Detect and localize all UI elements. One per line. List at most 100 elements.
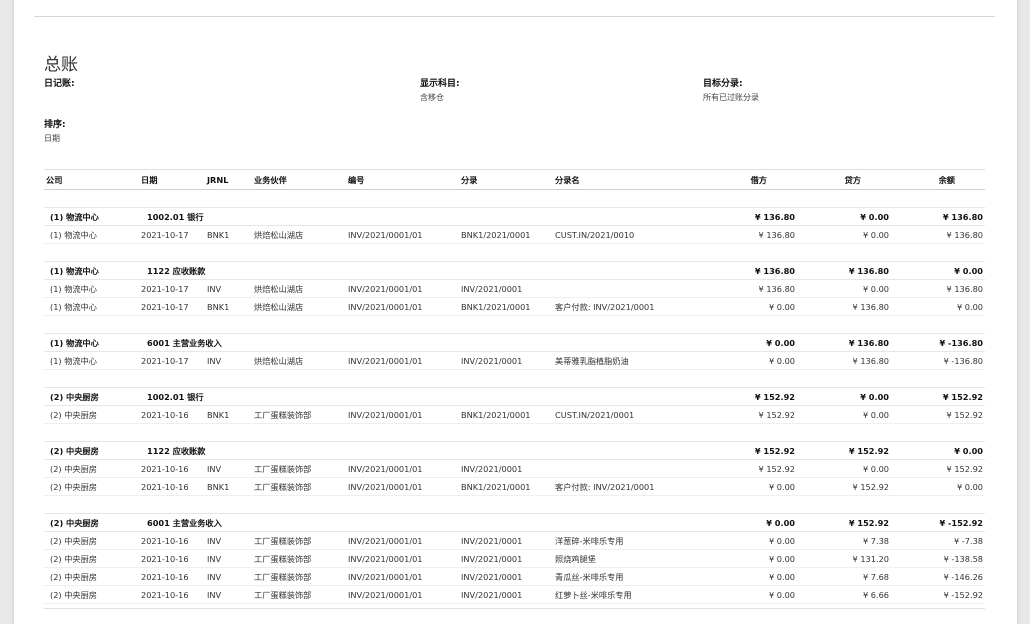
line-date: 2021-10-17 [139, 351, 205, 370]
line-move: INV/2021/0001 [459, 531, 553, 550]
table-row: (1) 物流中心 2021-10-17 INV 烘焙松山湖店 INV/2021/0001… [44, 279, 985, 298]
group-credit: ¥ 0.00 [797, 207, 891, 226]
col-journal: JRNL [205, 169, 252, 190]
line-company: (2) 中央厨房 [44, 549, 139, 568]
target-moves-label: 目标分录: [703, 79, 743, 89]
line-credit: ¥ 136.80 [797, 351, 891, 370]
line-move: INV/2021/0001 [459, 459, 553, 478]
col-balance: 余额 [891, 169, 985, 190]
line-date: 2021-10-17 [139, 225, 205, 244]
group-account: 1002.01 银行 [139, 387, 703, 406]
group-company: (2) 中央厨房 [44, 441, 139, 460]
line-balance: ¥ 152.92 [891, 405, 985, 424]
line-move: BNK1/2021/0001 [459, 405, 553, 424]
line-debit: ¥ 0.00 [703, 567, 797, 586]
line-partner: 工厂蛋糕装饰部 [252, 531, 346, 550]
spacer-cell [44, 424, 985, 442]
line-company: (2) 中央厨房 [44, 477, 139, 496]
line-move: INV/2021/0001 [459, 549, 553, 568]
line-credit: ¥ 0.00 [797, 405, 891, 424]
display-accounts-value: 含移仓 [420, 93, 444, 102]
line-move: BNK1/2021/0001 [459, 297, 553, 316]
line-date: 2021-10-17 [139, 297, 205, 316]
group-credit: ¥ 152.92 [797, 441, 891, 460]
group-account: 1122 应收账款 [139, 261, 703, 280]
col-credit: 贷方 [797, 169, 891, 190]
line-company: (2) 中央厨房 [44, 459, 139, 478]
group-spacer [44, 244, 985, 262]
group-company: (1) 物流中心 [44, 261, 139, 280]
sort-filter: 排序: 日期 [44, 119, 66, 145]
table-row: (2) 中央厨房 2021-10-16 BNK1 工厂蛋糕装饰部 INV/2021/00… [44, 477, 985, 496]
group-spacer [44, 190, 985, 208]
group-debit: ¥ 152.92 [703, 441, 797, 460]
line-partner: 烘焙松山湖店 [252, 279, 346, 298]
line-partner: 烘焙松山湖店 [252, 225, 346, 244]
table-row: (2) 中央厨房 2021-10-16 INV 工厂蛋糕装饰部 INV/2021/000… [44, 585, 985, 604]
line-credit: ¥ 0.00 [797, 279, 891, 298]
line-move: BNK1/2021/0001 [459, 225, 553, 244]
line-partner: 烘焙松山湖店 [252, 351, 346, 370]
account-group-row: (1) 物流中心 1002.01 银行 ¥ 136.80 ¥ 0.00 ¥ 136.80 [44, 207, 985, 226]
line-credit: ¥ 7.68 [797, 567, 891, 586]
group-balance: ¥ -136.80 [891, 333, 985, 352]
group-debit: ¥ 136.80 [703, 207, 797, 226]
table-row: (1) 物流中心 2021-10-17 BNK1 烘焙松山湖店 INV/2021/000… [44, 297, 985, 316]
group-credit: ¥ 0.00 [797, 387, 891, 406]
line-journal: INV [205, 459, 252, 478]
line-credit: ¥ 131.20 [797, 549, 891, 568]
line-company: (2) 中央厨房 [44, 567, 139, 586]
line-balance: ¥ 152.92 [891, 459, 985, 478]
sort-label: 排序: [44, 120, 66, 130]
group-balance: ¥ -152.92 [891, 513, 985, 532]
line-debit: ¥ 0.00 [703, 531, 797, 550]
line-credit: ¥ 7.38 [797, 531, 891, 550]
line-company: (2) 中央厨房 [44, 585, 139, 604]
group-credit: ¥ 136.80 [797, 261, 891, 280]
line-entry-label: 客户付款: INV/2021/0001 [553, 477, 703, 496]
table-header-row: 公司 日期 JRNL 业务伙伴 编号 分录 分录名 借方 贷方 余额 [44, 169, 985, 190]
table-row: (2) 中央厨房 2021-10-16 INV 工厂蛋糕装饰部 INV/2021/000… [44, 549, 985, 568]
group-company: (2) 中央厨房 [44, 387, 139, 406]
account-group-row: (2) 中央厨房 6001 主营业务收入 ¥ 0.00 ¥ 152.92 ¥ -152.… [44, 513, 985, 532]
line-company: (1) 物流中心 [44, 225, 139, 244]
table-row: (1) 物流中心 2021-10-17 BNK1 烘焙松山湖店 INV/2021/000… [44, 225, 985, 244]
line-ref: INV/2021/0001/01 [346, 405, 459, 424]
line-debit: ¥ 0.00 [703, 549, 797, 568]
sort-value: 日期 [44, 134, 60, 143]
spacer-cell [44, 244, 985, 262]
line-debit: ¥ 152.92 [703, 405, 797, 424]
group-balance: ¥ 0.00 [891, 441, 985, 460]
line-company: (2) 中央厨房 [44, 531, 139, 550]
general-ledger-table: 公司 日期 JRNL 业务伙伴 编号 分录 分录名 借方 贷方 余额 (1) 物… [44, 169, 985, 604]
target-moves-filter: 目标分录: 所有已过账分录 [703, 78, 759, 104]
line-partner: 工厂蛋糕装饰部 [252, 549, 346, 568]
col-entry-label: 分录名 [553, 169, 703, 190]
spacer-cell [44, 316, 985, 334]
line-debit: ¥ 136.80 [703, 225, 797, 244]
line-date: 2021-10-17 [139, 279, 205, 298]
col-date: 日期 [139, 169, 205, 190]
line-ref: INV/2021/0001/01 [346, 585, 459, 604]
line-ref: INV/2021/0001/01 [346, 279, 459, 298]
line-ref: INV/2021/0001/01 [346, 297, 459, 316]
line-journal: INV [205, 567, 252, 586]
line-credit: ¥ 0.00 [797, 459, 891, 478]
line-entry-label: 客户付款: INV/2021/0001 [553, 297, 703, 316]
line-partner: 工厂蛋糕装饰部 [252, 567, 346, 586]
line-journal: INV [205, 279, 252, 298]
line-partner: 工厂蛋糕装饰部 [252, 585, 346, 604]
col-move: 分录 [459, 169, 553, 190]
group-credit: ¥ 136.80 [797, 333, 891, 352]
line-entry-label: CUST.IN/2021/0001 [553, 405, 703, 424]
line-journal: INV [205, 351, 252, 370]
display-accounts-filter: 显示科目: 含移仓 [420, 78, 460, 104]
group-debit: ¥ 152.92 [703, 387, 797, 406]
line-balance: ¥ 0.00 [891, 477, 985, 496]
line-balance: ¥ -138.58 [891, 549, 985, 568]
line-entry-label: 洋葱碎-米啡乐专用 [553, 531, 703, 550]
line-date: 2021-10-16 [139, 531, 205, 550]
line-company: (1) 物流中心 [44, 297, 139, 316]
line-debit: ¥ 0.00 [703, 585, 797, 604]
line-journal: INV [205, 531, 252, 550]
